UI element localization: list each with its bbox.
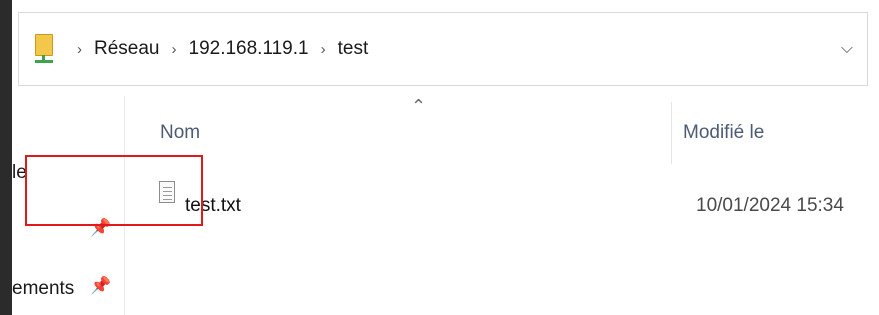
sort-ascending-icon: ⌃	[411, 96, 427, 116]
explorer-window: › Réseau › 192.168.119.1 › test ⌵ le 📌 e…	[12, 0, 879, 315]
column-divider[interactable]	[671, 102, 672, 164]
file-modified-date: 10/01/2024 15:34	[696, 195, 844, 216]
column-header-name[interactable]: Nom	[160, 122, 200, 144]
breadcrumb-reseau[interactable]: Réseau	[92, 34, 162, 64]
column-header-modified[interactable]: Modifié le	[683, 122, 764, 144]
network-computer-icon	[33, 34, 55, 64]
breadcrumb-host[interactable]: 192.168.119.1	[187, 34, 311, 64]
highlight-annotation	[25, 155, 203, 226]
chevron-right-icon[interactable]: ›	[321, 41, 326, 58]
breadcrumb-test[interactable]: test	[336, 34, 371, 64]
chevron-right-icon[interactable]: ›	[77, 41, 82, 58]
address-bar[interactable]: › Réseau › 192.168.119.1 › test ⌵	[18, 12, 868, 86]
chevron-right-icon[interactable]: ›	[172, 41, 177, 58]
chevron-down-icon[interactable]: ⌵	[827, 13, 867, 85]
pin-icon[interactable]: 📌	[90, 276, 111, 296]
nav-item-label[interactable]: ements	[12, 278, 92, 300]
file-list: ⌃ Nom Modifié le test.txt 10/01/2024 15:…	[125, 96, 879, 315]
